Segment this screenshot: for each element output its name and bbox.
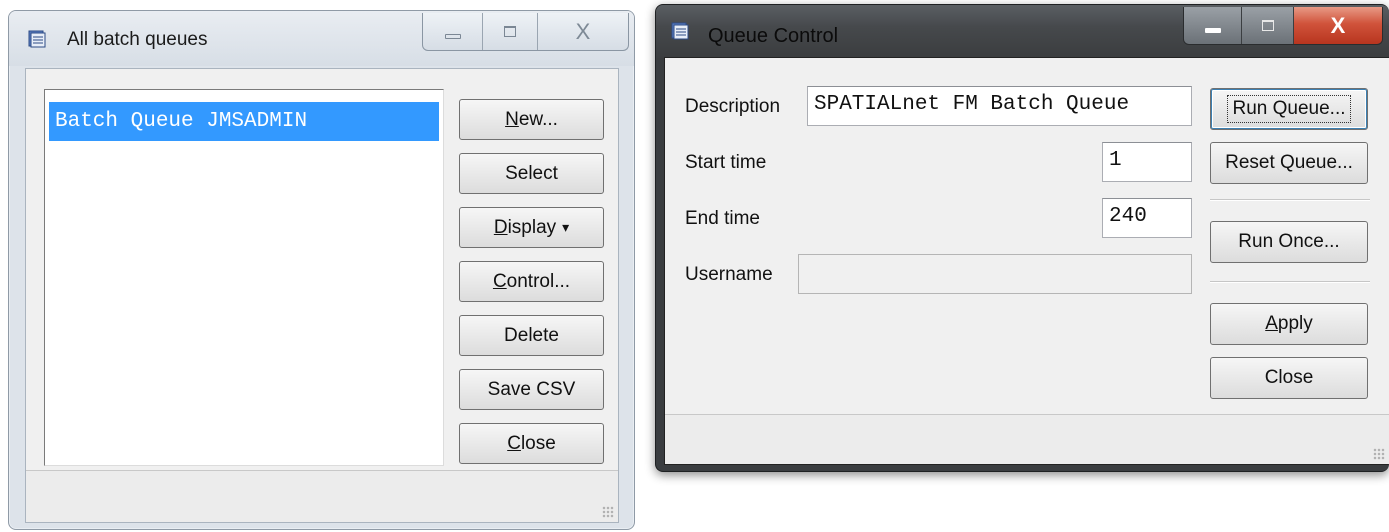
run-queue-button[interactable]: Run Queue... [1210,88,1368,130]
control-button-label: ontrol... [506,270,571,292]
queue-listbox[interactable]: Batch Queue JMSADMIN [44,89,444,466]
run-once-button[interactable]: Run Once... [1210,221,1368,263]
run-queue-button-label: Run Queue... [1227,95,1351,123]
save-csv-button-label: Save CSV [487,378,576,400]
apply-button-label: pply [1277,313,1313,334]
close-icon: X [575,18,591,44]
close-button-label: lose [520,432,556,454]
display-button-accel: D [493,216,508,238]
description-label: Description [685,96,781,117]
select-button-label: Select [505,162,558,184]
window-client-area: Batch Queue JMSADMIN New... Select Displ… [25,68,619,523]
end-time-field[interactable]: 240 [1102,198,1192,238]
minimize-icon [1204,28,1221,33]
minimize-icon [444,34,461,39]
resize-grip-icon[interactable] [1373,448,1385,460]
delete-button-label: Delete [504,324,559,346]
title-bar[interactable]: Queue Control X [656,5,1389,60]
description-field[interactable]: SPATIALnet FM Batch Queue [807,86,1192,126]
reset-queue-button-label: Reset Queue... [1225,152,1353,173]
start-time-label: Start time [685,152,767,173]
new-button-accel: N [505,108,519,130]
minimize-button[interactable] [1184,7,1242,44]
close-window-button[interactable]: X [538,13,628,50]
maximize-button[interactable] [1242,7,1294,44]
window-client-area: Description SPATIALnet FM Batch Queue St… [664,57,1389,465]
control-button-accel: C [492,270,507,292]
close-button[interactable]: Close [1210,357,1368,399]
caption-buttons: X [1183,7,1383,45]
username-label: Username [685,264,773,285]
queue-control-window: Queue Control X Description SPATIALnet F… [655,4,1389,472]
control-button[interactable]: Control... [459,261,604,302]
separator [1210,281,1370,283]
delete-button[interactable]: Delete [459,315,604,356]
new-button-label: ew... [518,108,558,130]
status-bar [665,414,1389,464]
maximize-icon [504,26,516,37]
resize-grip-icon[interactable] [602,506,614,518]
run-once-button-label: Run Once... [1238,231,1340,252]
select-button[interactable]: Select [459,153,604,194]
close-button[interactable]: Close [459,423,604,464]
window-title: All batch queues [67,29,208,50]
separator [1210,199,1370,201]
list-item[interactable]: Batch Queue JMSADMIN [49,102,439,141]
status-bar [26,470,618,522]
window-title: Queue Control [708,25,839,47]
end-time-label: End time [685,208,760,229]
reset-queue-button[interactable]: Reset Queue... [1210,142,1368,184]
apply-button-accel: A [1265,313,1278,334]
save-csv-button[interactable]: Save CSV [459,369,604,410]
display-dropdown-button[interactable]: Display ▾ [459,207,604,248]
display-button-label: isplay [507,216,557,238]
caption-buttons: X [422,13,629,51]
start-time-field[interactable]: 1 [1102,142,1192,182]
maximize-button[interactable] [483,13,538,50]
app-icon [671,22,689,40]
new-button[interactable]: New... [459,99,604,140]
all-batch-queues-window: All batch queues X Batch Queue JMSADMIN … [8,10,635,530]
minimize-button[interactable] [423,13,483,50]
maximize-icon [1261,20,1274,31]
chevron-down-icon: ▾ [562,219,570,235]
username-field[interactable] [798,254,1192,294]
close-button-label: Close [1264,367,1314,388]
close-icon: X [1330,12,1346,38]
title-bar[interactable]: All batch queues X [9,11,634,66]
close-window-button[interactable]: X [1294,7,1382,44]
apply-button[interactable]: Apply [1210,303,1368,345]
app-icon [28,30,46,48]
close-button-accel: C [507,432,521,454]
